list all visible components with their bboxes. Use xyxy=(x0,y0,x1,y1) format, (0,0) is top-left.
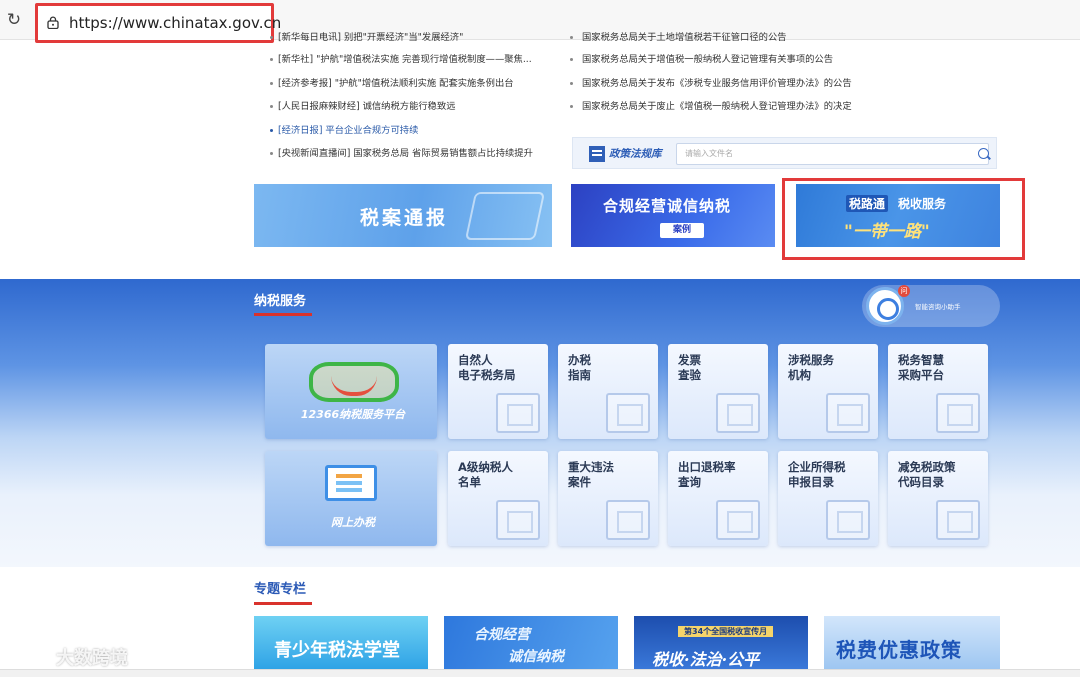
document-icon xyxy=(464,192,546,240)
service-card[interactable]: 企业所得税 申报目录 xyxy=(778,451,878,546)
banner-tag: 案例 xyxy=(660,223,704,238)
compliance-banner[interactable]: 合规经营诚信纳税 案例 xyxy=(571,184,775,247)
watermark: 大数跨境 xyxy=(56,648,128,669)
news-item[interactable]: [经济参考报] "护航"增值税法顺利实施 配套实施条例出台 xyxy=(270,76,560,100)
card-label: 12366纳税服务平台 xyxy=(300,408,406,421)
banner-title: 税案通报 xyxy=(360,207,449,229)
assistant-label: 智能咨询小助手 xyxy=(915,303,961,311)
banner-title: 合规经营诚信纳税 xyxy=(603,197,732,215)
topic-banner[interactable]: 青少年税法学堂 xyxy=(254,616,428,669)
notice-item[interactable]: 国家税务总局关于增值税一般纳税人登记管理有关事项的公告 xyxy=(570,52,870,76)
assistant-badge: 问 xyxy=(898,285,910,297)
title-underline xyxy=(254,313,312,316)
highlight-box xyxy=(782,178,1025,260)
service-card[interactable]: A级纳税人 名单 xyxy=(448,451,548,546)
card-label: 企业所得税 申报目录 xyxy=(788,460,846,489)
news-item[interactable]: [经济日报] 平台企业合规方可持续 xyxy=(270,123,560,147)
invoice-icon xyxy=(716,393,760,433)
lock-icon xyxy=(47,16,59,29)
clipboard-icon xyxy=(936,500,980,540)
search-icon[interactable] xyxy=(978,148,989,159)
address-bar[interactable]: https://www.chinatax.gov.cn xyxy=(35,3,281,43)
card-label: 重大违法 案件 xyxy=(568,460,614,489)
card-label: 发票 查验 xyxy=(678,353,701,382)
magnifier-icon xyxy=(716,500,760,540)
12366-logo-icon xyxy=(309,362,399,402)
title-underline xyxy=(254,602,312,605)
topic-banner[interactable]: 税费优惠政策 xyxy=(824,616,1000,669)
service-card[interactable]: 减免税政策 代码目录 xyxy=(888,451,988,546)
topic-title: 合规经营 xyxy=(474,627,530,643)
computer-icon xyxy=(325,465,377,501)
certificate-icon xyxy=(496,500,540,540)
news-item[interactable]: [新华社] "护航"增值税法实施 完善现行增值税制度——聚焦... xyxy=(270,52,560,76)
online-tax-card[interactable]: 网上办税 xyxy=(265,451,437,546)
service-12366-card[interactable]: 12366纳税服务平台 xyxy=(265,344,437,439)
card-label: A级纳税人 名单 xyxy=(458,460,513,489)
service-card[interactable]: 税务智慧 采购平台 xyxy=(888,344,988,439)
service-card[interactable]: 涉税服务 机构 xyxy=(778,344,878,439)
topic-title: 税费优惠政策 xyxy=(836,638,962,662)
policy-search-box: 政策法规库 请输入文件名 xyxy=(572,137,997,169)
service-card[interactable]: 办税 指南 xyxy=(558,344,658,439)
gavel-icon xyxy=(606,500,650,540)
policy-library-icon xyxy=(589,146,605,162)
topic-title: 税收·法治·公平 xyxy=(652,650,760,669)
guide-icon xyxy=(606,393,650,433)
watermark-logo-icon xyxy=(12,646,52,668)
section-title: 专题专栏 xyxy=(254,582,307,597)
page-root: ↻ https://www.chinatax.gov.cn [新华每日电讯] 别… xyxy=(0,0,1080,677)
case-report-banner[interactable]: 税案通报 xyxy=(254,184,552,247)
topic-banner[interactable]: 第34个全国税收宣传月 税收·法治·公平 xyxy=(634,616,808,669)
service-card[interactable]: 出口退税率 查询 xyxy=(668,451,768,546)
news-item[interactable]: [新华每日电讯] 别把"开票经济"当"发展经济" xyxy=(270,30,560,46)
card-label: 办税 指南 xyxy=(568,353,591,382)
service-card[interactable]: 发票 查验 xyxy=(668,344,768,439)
card-label: 税务智慧 采购平台 xyxy=(898,353,944,382)
news-list-left: [新华每日电讯] 别把"开票经济"当"发展经济" [新华社] "护航"增值税法实… xyxy=(270,32,560,170)
service-card[interactable]: 重大违法 案件 xyxy=(558,451,658,546)
card-label: 减免税政策 代码目录 xyxy=(898,460,956,489)
news-list-right: 国家税务总局关于土地增值税若干征管口径的公告 国家税务总局关于增值税一般纳税人登… xyxy=(570,32,870,123)
topic-subtitle: 诚信纳税 xyxy=(508,649,564,665)
topic-tag: 第34个全国税收宣传月 xyxy=(678,626,774,637)
procurement-icon xyxy=(936,393,980,433)
notice-item[interactable]: 国家税务总局关于废止《增值税一般纳税人登记管理办法》的决定 xyxy=(570,99,870,123)
card-label: 自然人 电子税务局 xyxy=(458,353,516,382)
policy-search-input[interactable]: 请输入文件名 xyxy=(676,143,989,165)
section-title: 纳税服务 xyxy=(254,294,307,309)
notice-item[interactable]: 国家税务总局关于发布《涉税专业服务信用评价管理办法》的公告 xyxy=(570,76,870,100)
institution-icon xyxy=(826,393,870,433)
news-item[interactable]: [人民日报麻辣财经] 诚信纳税方能行稳致远 xyxy=(270,99,560,123)
smart-assistant[interactable]: 问 智能咨询小助手 xyxy=(862,285,1000,327)
horizontal-scrollbar[interactable] xyxy=(0,669,1080,677)
chart-icon xyxy=(826,500,870,540)
card-label: 涉税服务 机构 xyxy=(788,353,834,382)
card-label: 网上办税 xyxy=(331,516,375,529)
service-card[interactable]: 自然人 电子税务局 xyxy=(448,344,548,439)
topic-title: 青少年税法学堂 xyxy=(274,640,400,661)
topic-banner[interactable]: 合规经营 诚信纳税 xyxy=(444,616,618,669)
url-text: https://www.chinatax.gov.cn xyxy=(69,14,282,32)
notice-item[interactable]: 国家税务总局关于土地增值税若干征管口径的公告 xyxy=(570,30,870,46)
reload-icon[interactable]: ↻ xyxy=(4,10,24,30)
building-icon xyxy=(496,393,540,433)
card-label: 出口退税率 查询 xyxy=(678,460,736,489)
policy-library-title[interactable]: 政策法规库 xyxy=(609,146,662,161)
news-item[interactable]: [央视新闻直播间] 国家税务总局 省际贸易销售额占比持续提升 xyxy=(270,146,560,170)
